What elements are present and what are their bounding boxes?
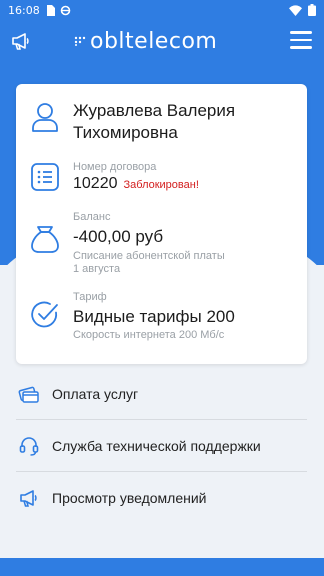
brand-name: obltelecom	[90, 28, 218, 54]
user-icon	[32, 103, 58, 132]
menu-item-notifications-label: Просмотр уведомлений	[52, 490, 207, 506]
menu-item-support-label: Служба технической поддержки	[52, 437, 261, 454]
menu-item-support[interactable]: Служба технической поддержки	[16, 420, 307, 472]
status-bar: 16:08	[0, 0, 324, 20]
announcements-button[interactable]	[10, 30, 32, 52]
account-name: Журавлева Валерия Тихомировна	[73, 100, 299, 144]
megaphone-icon	[12, 33, 29, 50]
account-name-line1: Журавлева Валерия	[73, 101, 236, 120]
account-name-row: Журавлева Валерия Тихомировна	[16, 100, 307, 148]
sim-icon	[46, 4, 55, 16]
contract-row: Номер договора 10220 Заблокирован!	[16, 160, 307, 200]
menu-item-payment-label: Оплата услуг	[52, 385, 139, 402]
check-circle-icon	[31, 301, 58, 328]
account-name-line2: Тихомировна	[73, 123, 178, 142]
balance-note-line1: Списание абонентской платы	[73, 250, 225, 262]
hamburger-menu-button[interactable]	[290, 31, 312, 51]
hamburger-line	[290, 46, 312, 49]
balance-row: Баланс -400,00 руб Списание абонентской …	[16, 210, 307, 275]
balance-note-line2: 1 августа	[73, 263, 121, 275]
money-bag-icon	[31, 226, 59, 253]
payment-card-icon	[18, 386, 39, 403]
logo-dots-icon	[74, 36, 86, 46]
bottom-bar	[0, 558, 324, 576]
headset-icon	[19, 436, 39, 456]
hamburger-menu-icon	[290, 31, 312, 34]
tariff-row: Тариф Видные тарифы 200 Скорость интерне…	[16, 290, 307, 342]
tariff-label: Тариф	[73, 291, 107, 303]
balance-value: -400,00 руб	[73, 227, 164, 246]
contract-number: 10220	[73, 175, 118, 192]
status-time: 16:08	[8, 3, 40, 17]
list-icon	[31, 163, 59, 191]
account-card: Журавлева Валерия Тихомировна Номер дого…	[16, 84, 307, 364]
brand-logo: obltelecom	[74, 27, 217, 55]
battery-icon	[308, 4, 316, 16]
contract-label: Номер договора	[73, 161, 157, 173]
tariff-name: Видные тарифы 200	[73, 307, 235, 326]
menu-item-payment[interactable]: Оплата услуг	[16, 368, 307, 420]
balance-label: Баланс	[73, 211, 111, 223]
services-menu: Оплата услуг Служба технической поддержк…	[16, 368, 307, 524]
menu-item-notifications[interactable]: Просмотр уведомлений	[16, 472, 307, 524]
ring-icon	[60, 5, 71, 15]
tariff-speed: Скорость интернета 200 Мб/с	[73, 329, 225, 341]
contract-status-badge: Заблокирован!	[123, 179, 199, 191]
wifi-icon	[289, 4, 302, 16]
megaphone-icon	[20, 490, 37, 507]
hamburger-line	[290, 38, 312, 41]
